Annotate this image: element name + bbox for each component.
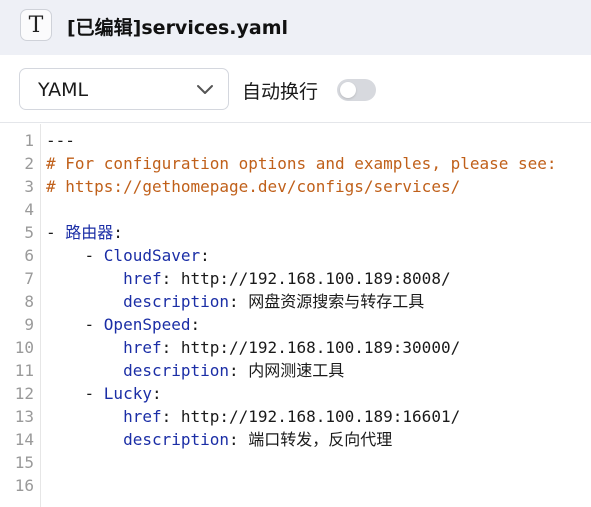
key-colon: : bbox=[229, 430, 249, 449]
yaml-key: 路由器 bbox=[65, 223, 114, 242]
line-number: 6 bbox=[24, 246, 34, 265]
title-bar: T [已编辑]services.yaml bbox=[0, 0, 591, 55]
yaml-key: href bbox=[123, 269, 162, 288]
line-number: 4 bbox=[24, 200, 34, 219]
line-number: 10 bbox=[14, 338, 34, 357]
language-select[interactable]: YAML bbox=[19, 68, 229, 110]
yaml-key: Lucky bbox=[103, 384, 152, 403]
line-number: 14 bbox=[14, 430, 34, 449]
code-line[interactable] bbox=[46, 451, 591, 474]
yaml-comment: # https://gethomepage.dev/configs/servic… bbox=[46, 177, 461, 196]
line-number: 1 bbox=[24, 131, 34, 150]
key-colon: : bbox=[161, 338, 181, 357]
code-line[interactable]: description: 内网测速工具 bbox=[46, 359, 591, 382]
code-line[interactable]: - 路由器: bbox=[46, 221, 591, 244]
code-line[interactable]: - Lucky: bbox=[46, 382, 591, 405]
language-select-value: YAML bbox=[38, 79, 89, 101]
line-number-gutter: 1 2 3 4 5 6 7 8 9 10 11 12 13 14 15 16 bbox=[0, 129, 38, 497]
word-wrap-toggle[interactable] bbox=[337, 79, 376, 101]
text-editor-icon: T bbox=[20, 9, 52, 41]
key-colon: : bbox=[113, 223, 123, 242]
yaml-key: href bbox=[123, 338, 162, 357]
line-number: 5 bbox=[24, 223, 34, 242]
editor-toolbar: YAML 自动换行 bbox=[0, 55, 591, 123]
list-dash: - bbox=[84, 384, 104, 403]
line-number: 9 bbox=[24, 315, 34, 334]
code-line[interactable]: href: http://192.168.100.189:16601/ bbox=[46, 405, 591, 428]
yaml-value: http://192.168.100.189:30000/ bbox=[180, 338, 461, 357]
line-number: 11 bbox=[14, 361, 34, 380]
code-line[interactable]: # https://gethomepage.dev/configs/servic… bbox=[46, 175, 591, 198]
key-colon: : bbox=[161, 269, 181, 288]
key-colon: : bbox=[161, 407, 181, 426]
yaml-value: http://192.168.100.189:8008/ bbox=[180, 269, 451, 288]
window-title: [已编辑]services.yaml bbox=[67, 17, 289, 39]
code-line[interactable]: href: http://192.168.100.189:30000/ bbox=[46, 336, 591, 359]
yaml-value: 端口转发，反向代理 bbox=[248, 430, 393, 449]
gutter-divider bbox=[40, 124, 41, 507]
yaml-key: description bbox=[123, 430, 230, 449]
code-area[interactable]: --- # For configuration options and examp… bbox=[46, 129, 591, 497]
chevron-down-icon bbox=[197, 85, 213, 94]
code-line[interactable]: - CloudSaver: bbox=[46, 244, 591, 267]
yaml-key: OpenSpeed bbox=[103, 315, 191, 334]
list-dash: - bbox=[84, 315, 104, 334]
yaml-value: 内网测速工具 bbox=[248, 361, 345, 380]
key-colon: : bbox=[229, 292, 249, 311]
line-number: 3 bbox=[24, 177, 34, 196]
yaml-comment: # For configuration options and examples… bbox=[46, 154, 557, 173]
line-number: 16 bbox=[14, 476, 34, 495]
yaml-key: description bbox=[123, 292, 230, 311]
line-number: 15 bbox=[14, 453, 34, 472]
line-number: 2 bbox=[24, 154, 34, 173]
document-marker: --- bbox=[46, 131, 75, 150]
code-line[interactable]: description: 端口转发，反向代理 bbox=[46, 428, 591, 451]
code-line[interactable]: - OpenSpeed: bbox=[46, 313, 591, 336]
code-editor[interactable]: 1 2 3 4 5 6 7 8 9 10 11 12 13 14 15 16 --- # For configu… bbox=[0, 124, 591, 507]
code-line[interactable]: # For configuration options and examples… bbox=[46, 152, 591, 175]
code-line[interactable]: description: 网盘资源搜索与转存工具 bbox=[46, 290, 591, 313]
yaml-value: http://192.168.100.189:16601/ bbox=[180, 407, 461, 426]
key-colon: : bbox=[200, 246, 210, 265]
yaml-key: description bbox=[123, 361, 230, 380]
line-number: 8 bbox=[24, 292, 34, 311]
key-colon: : bbox=[229, 361, 249, 380]
yaml-key: CloudSaver bbox=[103, 246, 201, 265]
yaml-key: href bbox=[123, 407, 162, 426]
line-number: 7 bbox=[24, 269, 34, 288]
code-line[interactable]: --- bbox=[46, 129, 591, 152]
key-colon: : bbox=[151, 384, 162, 403]
line-number: 13 bbox=[14, 407, 34, 426]
toggle-knob bbox=[340, 82, 356, 98]
list-dash: - bbox=[46, 223, 66, 242]
code-line[interactable] bbox=[46, 474, 591, 497]
code-line[interactable]: href: http://192.168.100.189:8008/ bbox=[46, 267, 591, 290]
list-dash: - bbox=[84, 246, 104, 265]
line-number: 12 bbox=[14, 384, 34, 403]
code-line[interactable] bbox=[46, 198, 591, 221]
yaml-value: 网盘资源搜索与转存工具 bbox=[248, 292, 425, 311]
word-wrap-label: 自动换行 bbox=[242, 81, 319, 103]
key-colon: : bbox=[190, 315, 201, 334]
